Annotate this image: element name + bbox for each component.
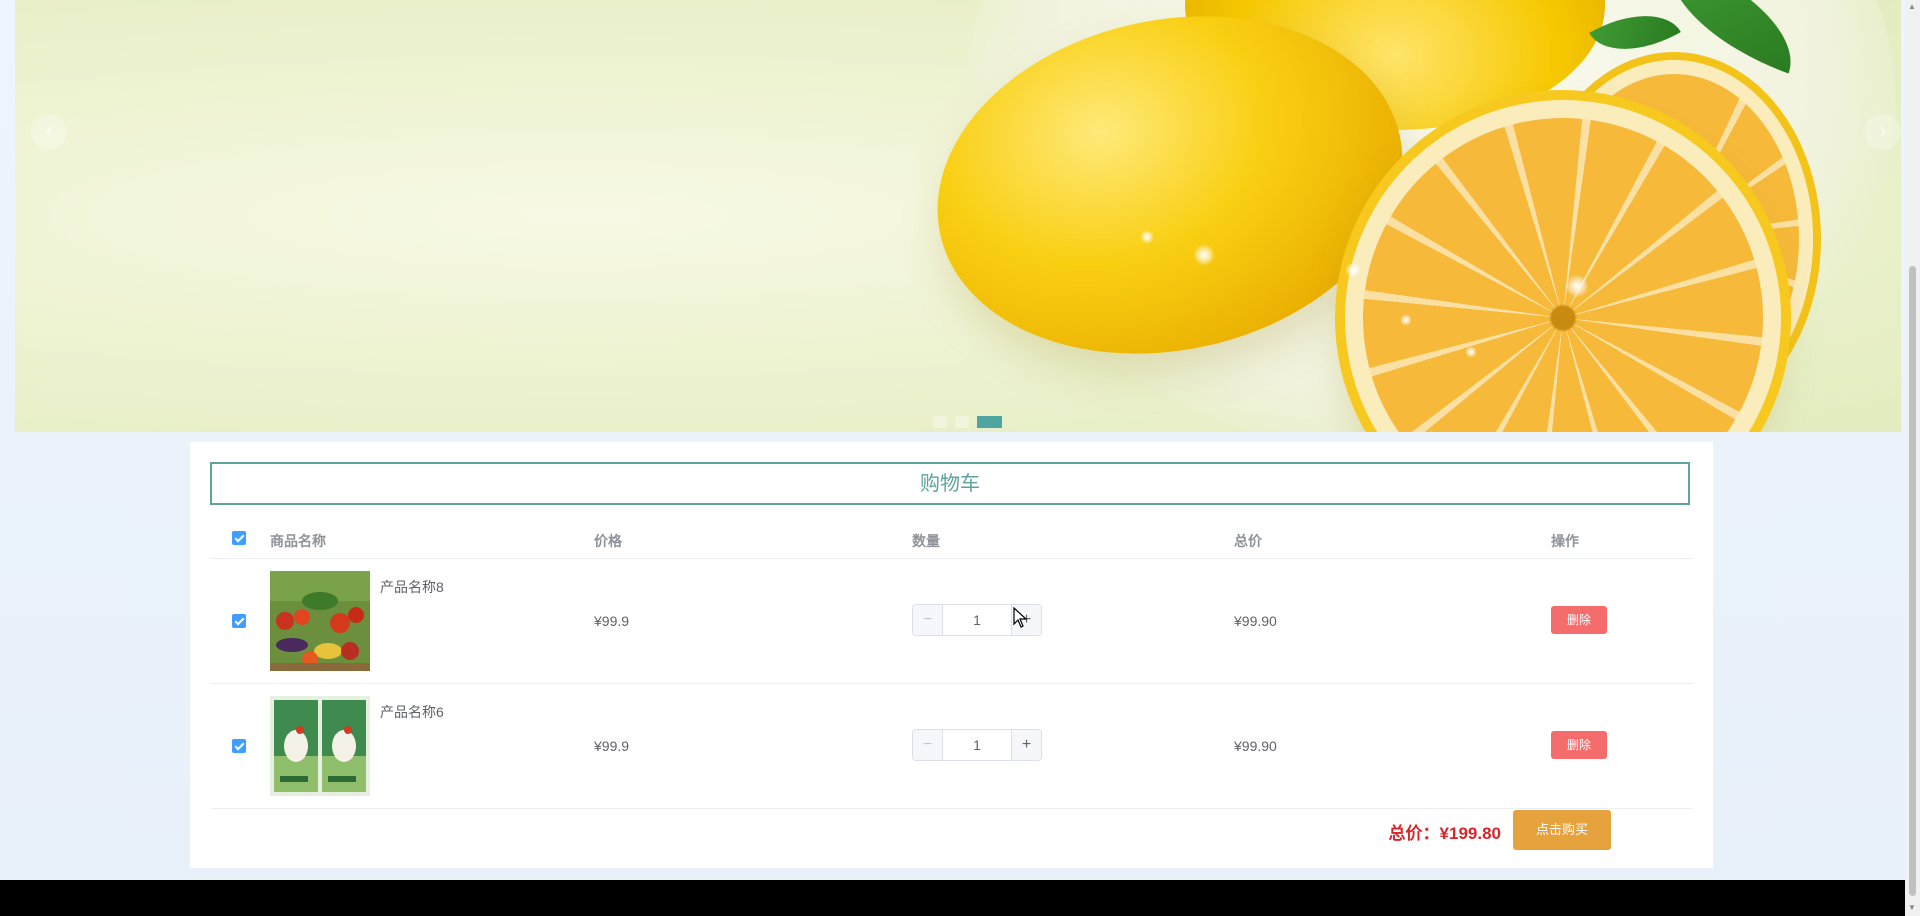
scrollbar-thumb[interactable] <box>1909 266 1916 896</box>
product-name[interactable]: 产品名称8 <box>380 577 444 597</box>
column-header-total: 总价 <box>1234 533 1262 549</box>
buy-button[interactable]: 点击购买 <box>1513 810 1611 850</box>
product-price: ¥99.9 <box>594 613 630 629</box>
sparkle <box>1465 346 1477 358</box>
cart-row: 产品名称8 ¥99.9 − + ¥99.90 删除 <box>210 559 1693 684</box>
vertical-scrollbar[interactable]: ▲ ▼ <box>1905 0 1920 916</box>
mouse-cursor-icon <box>1013 607 1028 628</box>
decrease-quantity-button[interactable]: − <box>913 730 943 760</box>
row-checkbox[interactable] <box>232 614 246 628</box>
quantity-input[interactable] <box>943 605 1011 635</box>
increase-quantity-button[interactable]: + <box>1011 730 1041 760</box>
product-image-vegetables[interactable] <box>270 571 370 671</box>
column-header-action: 操作 <box>1551 533 1579 549</box>
cart-title: 购物车 <box>210 462 1690 505</box>
scroll-down-icon[interactable]: ▼ <box>1908 903 1916 912</box>
carousel-next-icon[interactable]: › <box>1865 114 1901 150</box>
product-price: ¥99.9 <box>594 738 630 754</box>
cart-panel: 购物车 商品名称 价格 数量 总价 操作 产品名称8 ¥99.9 − 1 ¥99… <box>190 442 1713 868</box>
decrease-quantity-button[interactable]: − <box>913 605 943 635</box>
sparkle <box>1400 314 1412 326</box>
select-all-checkbox[interactable] <box>232 531 246 545</box>
banner-carousel: ‹ › <box>15 0 1901 432</box>
sparkle <box>1140 230 1154 244</box>
column-header-quantity: 数量 <box>912 533 940 549</box>
cart-row: 产品名称6 ¥99.9 − + ¥99.90 删除 <box>210 684 1693 809</box>
column-header-price: 价格 <box>594 533 622 549</box>
sparkle <box>1193 244 1215 266</box>
quantity-stepper: − + <box>912 729 1042 761</box>
carousel-dot-3[interactable] <box>977 416 1002 428</box>
quantity-input[interactable] <box>943 730 1011 760</box>
row-total: ¥99.90 <box>1234 738 1277 754</box>
sparkle <box>1565 274 1589 298</box>
product-image-package[interactable] <box>270 696 370 796</box>
column-header-name: 商品名称 <box>270 533 326 549</box>
carousel-dot-2[interactable] <box>955 416 969 428</box>
cart-table-header: 商品名称 价格 数量 总价 操作 <box>210 518 1693 559</box>
carousel-dot-1[interactable] <box>933 416 947 428</box>
page-footer-bar <box>0 880 1905 916</box>
delete-button[interactable]: 删除 <box>1551 731 1607 759</box>
sparkle <box>1345 262 1361 278</box>
grand-total: 总价：¥199.80 <box>1388 824 1501 843</box>
scroll-up-icon[interactable]: ▲ <box>1908 2 1916 11</box>
carousel-prev-icon[interactable]: ‹ <box>31 114 67 150</box>
carousel-indicators <box>933 416 1002 428</box>
row-checkbox[interactable] <box>232 739 246 753</box>
product-name[interactable]: 产品名称6 <box>380 702 444 722</box>
row-total: ¥99.90 <box>1234 613 1277 629</box>
delete-button[interactable]: 删除 <box>1551 606 1607 634</box>
